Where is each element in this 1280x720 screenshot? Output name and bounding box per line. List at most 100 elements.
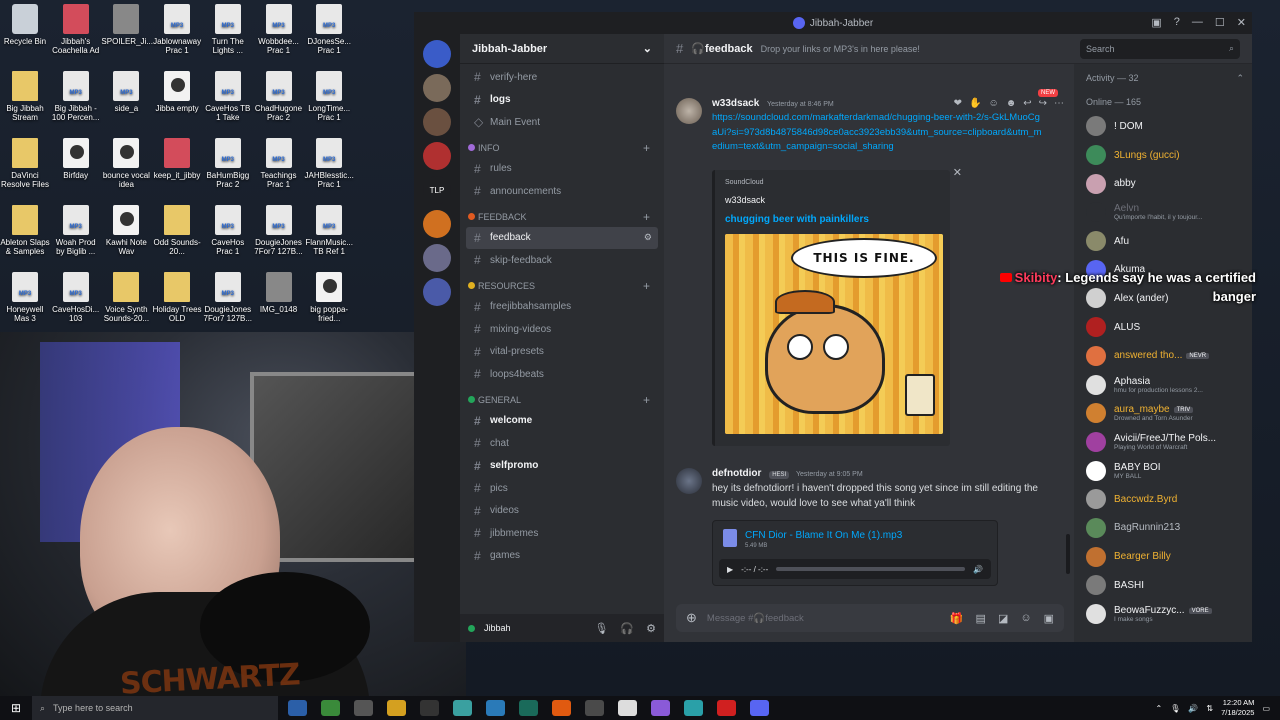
channel-logs[interactable]: # logs bbox=[466, 89, 658, 112]
server-icon[interactable] bbox=[423, 210, 451, 238]
member-item[interactable]: Aelvn Qu'importe l'habit, il y toujour... bbox=[1082, 198, 1244, 227]
windows-start-icon[interactable]: ⊞ bbox=[0, 701, 32, 715]
category-cat_resources[interactable]: RESOURCES + bbox=[466, 276, 658, 296]
app-icon[interactable] bbox=[651, 700, 670, 716]
desktop-icon[interactable]: Honeywell Mas 3 bbox=[0, 272, 50, 323]
desktop-icon[interactable]: big poppa-fried... bbox=[304, 272, 354, 323]
channel-freejibbahsamples[interactable]: # freejibbahsamples bbox=[466, 296, 658, 319]
app-icon[interactable] bbox=[354, 700, 373, 716]
desktop-icon[interactable]: keep_it_jibby bbox=[152, 138, 202, 180]
server-icon[interactable] bbox=[423, 40, 451, 68]
channel-pics[interactable]: # pics bbox=[466, 477, 658, 500]
desktop-icon[interactable]: bounce vocal idea bbox=[101, 138, 151, 189]
desktop-icon[interactable]: CaveHos TB 1 Take bbox=[203, 71, 253, 122]
desktop-icon[interactable]: Jibba empty bbox=[152, 71, 202, 113]
channel-announcements[interactable]: # announcements bbox=[466, 180, 658, 203]
chevron-up-icon[interactable]: ⌃ bbox=[1156, 704, 1163, 713]
reaction-heart-icon[interactable]: ❤ bbox=[954, 98, 962, 109]
add-channel-icon[interactable]: + bbox=[643, 210, 650, 224]
desktop-icon[interactable]: FlannMusic... TB Ref 1 bbox=[304, 205, 354, 256]
notifications-icon[interactable]: ▭ bbox=[1262, 704, 1270, 713]
add-reaction-icon[interactable]: ☻ bbox=[1006, 98, 1017, 109]
desktop-icon[interactable]: DJonesSe... Prac 1 bbox=[304, 4, 354, 55]
member-item[interactable]: 3Lungs (gucci) bbox=[1082, 141, 1244, 170]
add-channel-icon[interactable]: + bbox=[643, 393, 650, 407]
apps-icon[interactable]: ▣ bbox=[1044, 612, 1054, 625]
member-item[interactable]: answered tho... NEVR bbox=[1082, 342, 1244, 371]
desktop-icon[interactable]: Odd Sounds-20... bbox=[152, 205, 202, 256]
help-icon[interactable]: ? bbox=[1174, 16, 1180, 29]
desktop-icon[interactable]: IMG_0148 bbox=[254, 272, 304, 314]
channel-videos[interactable]: # videos bbox=[466, 500, 658, 523]
member-item[interactable]: Afu bbox=[1082, 227, 1244, 256]
server-icon[interactable] bbox=[423, 108, 451, 136]
chrome-icon[interactable] bbox=[321, 700, 340, 716]
user-name[interactable]: Jibbah bbox=[484, 623, 511, 633]
channel-verify-here[interactable]: # verify-here bbox=[466, 66, 658, 89]
reaction-smile-icon[interactable]: ☺ bbox=[988, 98, 998, 109]
desktop-icon[interactable]: DougieJones 7For7 127B... bbox=[203, 272, 253, 323]
headphones-icon[interactable]: 🎧 bbox=[620, 622, 634, 635]
taskbar-search[interactable]: ⌕ Type here to search bbox=[32, 696, 278, 720]
embed-author[interactable]: w33dsack bbox=[725, 195, 765, 205]
desktop-icon[interactable]: Ableton Slaps & Samples bbox=[0, 205, 50, 256]
category-cat_info[interactable]: INFO + bbox=[466, 138, 658, 158]
app-icon[interactable] bbox=[717, 700, 736, 716]
category-cat_feedback[interactable]: FEEDBACK + bbox=[466, 207, 658, 227]
channel-vital-presets[interactable]: # vital-presets bbox=[466, 341, 658, 364]
desktop-icon[interactable]: BaHumBigg Prac 2 bbox=[203, 138, 253, 189]
desktop-icon[interactable]: Jablownaway Prac 1 bbox=[152, 4, 202, 55]
inbox-icon[interactable]: ▣ bbox=[1151, 16, 1161, 29]
desktop-icon[interactable]: side_a bbox=[101, 71, 151, 113]
server-icon[interactable]: TLP bbox=[423, 176, 451, 204]
close-embed-icon[interactable]: ✕ bbox=[953, 166, 962, 179]
member-item[interactable]: BABY BOI MY BALL bbox=[1082, 456, 1244, 485]
channel-loops4beats[interactable]: # loops4beats bbox=[466, 363, 658, 386]
message-author[interactable]: defnotdior bbox=[712, 468, 761, 479]
desktop-icon[interactable]: SPOILER_Ji... bbox=[101, 4, 153, 46]
app-icon[interactable] bbox=[486, 700, 505, 716]
app-icon[interactable] bbox=[420, 700, 439, 716]
desktop-icon[interactable]: Voice Synth Sounds-20... bbox=[101, 272, 151, 323]
member-item[interactable]: abby bbox=[1082, 169, 1244, 198]
app-icon[interactable] bbox=[453, 700, 472, 716]
close-button[interactable]: ✕ bbox=[1237, 16, 1246, 29]
channel-chat[interactable]: # chat bbox=[466, 432, 658, 455]
chat-scrollbar[interactable] bbox=[1066, 534, 1070, 574]
channel-rules[interactable]: # rules bbox=[466, 158, 658, 181]
desktop-icon[interactable]: DougieJones 7For7 127B... bbox=[254, 205, 304, 256]
desktop-icon[interactable]: Woah Prod by Biglib ... bbox=[51, 205, 101, 256]
reply-icon[interactable]: ↩ bbox=[1023, 98, 1031, 109]
channel-jibbmemes[interactable]: # jibbmemes bbox=[466, 522, 658, 545]
activity-header[interactable]: Activity — 32 ⌃ bbox=[1082, 64, 1244, 92]
minimize-button[interactable]: — bbox=[1192, 16, 1203, 29]
gift-icon[interactable]: 🎁 bbox=[950, 612, 964, 625]
desktop-icon[interactable]: Wobbdee... Prac 1 bbox=[254, 4, 304, 55]
channel-selfpromo[interactable]: # selfpromo bbox=[466, 455, 658, 478]
desktop-icon[interactable]: Big Jibbah Stream bbox=[0, 71, 50, 122]
member-item[interactable]: ! DOM bbox=[1082, 112, 1244, 141]
member-item[interactable]: BeowaFuzzyc... VORE I make songs bbox=[1082, 600, 1244, 629]
embed-title[interactable]: chugging beer with painkillers bbox=[725, 214, 869, 225]
search-input[interactable]: Search ⌕ bbox=[1080, 38, 1240, 59]
desktop-icon[interactable]: DaVinci Resolve Files bbox=[0, 138, 50, 189]
server-icon[interactable] bbox=[423, 142, 451, 170]
desktop-icon[interactable]: CaveHos Prac 1 bbox=[203, 205, 253, 256]
member-item[interactable]: Aphasia hmu for production lessons 2... bbox=[1082, 370, 1244, 399]
desktop-icon[interactable]: Turn The Lights ... bbox=[203, 4, 253, 55]
member-item[interactable]: Avicii/FreeJ/The Pols... Playing World of… bbox=[1082, 428, 1244, 457]
desktop-icon[interactable]: Holiday Trees OLD bbox=[152, 272, 202, 323]
discord-taskbar-icon[interactable] bbox=[750, 700, 769, 716]
desktop-icon[interactable]: Big Jibbah - 100 Percen... bbox=[51, 71, 101, 122]
desktop-icon[interactable]: Birfday bbox=[51, 138, 101, 180]
app-icon[interactable] bbox=[519, 700, 538, 716]
new-messages-badge[interactable]: NEW bbox=[1038, 89, 1058, 97]
message-composer[interactable]: ⊕ Message #🎧feedback 🎁 ▤ ◪ ☺ ▣ bbox=[676, 604, 1064, 632]
microphone-icon[interactable]: 🎙 bbox=[1170, 704, 1180, 713]
app-icon[interactable] bbox=[387, 700, 406, 716]
message-author[interactable]: w33dsack bbox=[712, 98, 759, 109]
soundcloud-link[interactable]: https://soundcloud.com/markafterdarkmad/… bbox=[712, 111, 1042, 155]
member-item[interactable]: aura_maybe TRIV Drowned and Torn Asunder bbox=[1082, 399, 1244, 428]
audio-filename[interactable]: CFN Dior - Blame It On Me (1).mp3 bbox=[745, 530, 902, 541]
channel-feedback[interactable]: # feedback ⚙ bbox=[466, 226, 658, 249]
